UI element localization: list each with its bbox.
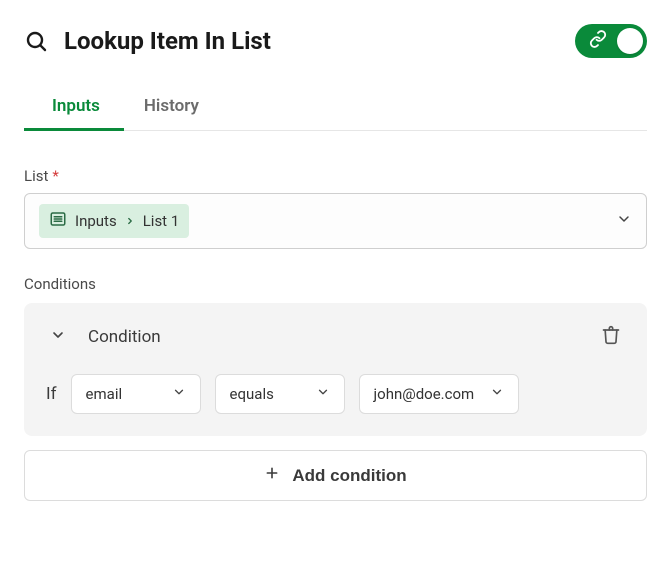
list-input[interactable]: Inputs List 1: [24, 193, 647, 249]
condition-field-value: email: [86, 385, 123, 403]
live-toggle[interactable]: [575, 24, 647, 58]
list-field-label: List*: [24, 167, 647, 185]
chevron-down-icon: [316, 385, 330, 403]
toggle-knob: [617, 28, 643, 54]
list-breadcrumb-chip: Inputs List 1: [39, 204, 189, 238]
required-marker: *: [52, 167, 58, 185]
plus-icon: [264, 465, 280, 486]
chevron-down-icon: [616, 211, 632, 231]
breadcrumb-part-2: List 1: [143, 212, 180, 230]
condition-value-select[interactable]: john@doe.com: [359, 374, 520, 414]
header: Lookup Item In List: [24, 24, 647, 58]
condition-operator-value: equals: [230, 385, 274, 403]
trash-icon: [601, 325, 621, 348]
list-label-text: List: [24, 167, 48, 185]
condition-operator-select[interactable]: equals: [215, 374, 345, 414]
collapse-condition-button[interactable]: [46, 323, 70, 350]
add-condition-button[interactable]: Add condition: [24, 450, 647, 501]
conditions-panel: Condition If email equals john@doe.com: [24, 303, 647, 436]
header-left: Lookup Item In List: [24, 27, 271, 55]
link-icon: [589, 30, 607, 52]
condition-value: john@doe.com: [374, 385, 475, 403]
add-condition-label: Add condition: [292, 466, 406, 486]
tabs: Inputs History: [24, 86, 647, 131]
conditions-label: Conditions: [24, 275, 647, 293]
chevron-down-icon: [490, 385, 504, 403]
chevron-down-icon: [172, 385, 186, 403]
breadcrumb-part-1: Inputs: [75, 212, 117, 230]
delete-condition-button[interactable]: [597, 321, 625, 352]
page-title: Lookup Item In List: [64, 27, 271, 55]
list-icon: [49, 210, 67, 232]
if-label: If: [46, 384, 57, 404]
condition-row: If email equals john@doe.com: [46, 374, 625, 414]
breadcrumb-separator-icon: [125, 212, 135, 230]
condition-field-select[interactable]: email: [71, 374, 201, 414]
chevron-down-icon: [50, 327, 66, 346]
condition-header: Condition: [46, 321, 625, 352]
condition-title: Condition: [88, 327, 161, 347]
condition-header-left: Condition: [46, 323, 161, 350]
search-icon: [24, 29, 48, 53]
tab-inputs[interactable]: Inputs: [48, 86, 104, 130]
tab-history[interactable]: History: [140, 86, 203, 130]
